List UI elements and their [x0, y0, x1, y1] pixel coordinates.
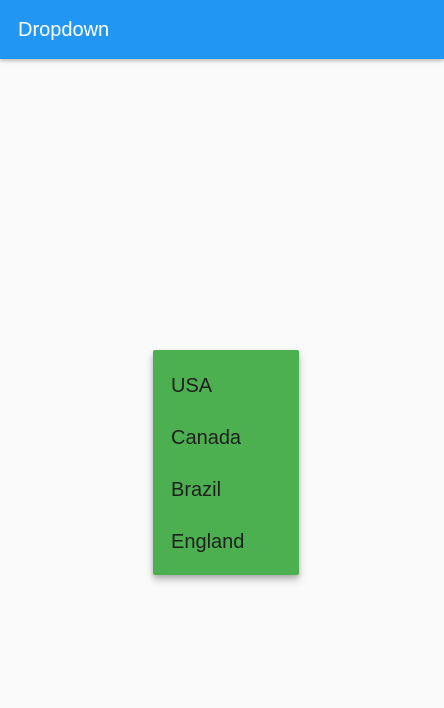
dropdown-item-label: Brazil — [171, 479, 222, 501]
dropdown-item-label: USA — [171, 375, 213, 397]
page-title: Dropdown — [18, 19, 110, 41]
dropdown-item-england[interactable]: England — [153, 517, 299, 569]
dropdown-item-label: Canada — [171, 427, 242, 449]
dropdown-item-label: England — [171, 531, 245, 553]
dropdown-item-usa[interactable]: USA — [153, 361, 299, 413]
country-dropdown-menu[interactable]: USA Canada Brazil England — [153, 350, 299, 575]
dropdown-item-brazil[interactable]: Brazil — [153, 465, 299, 517]
dropdown-item-canada[interactable]: Canada — [153, 413, 299, 465]
app-bar: Dropdown — [0, 0, 444, 59]
